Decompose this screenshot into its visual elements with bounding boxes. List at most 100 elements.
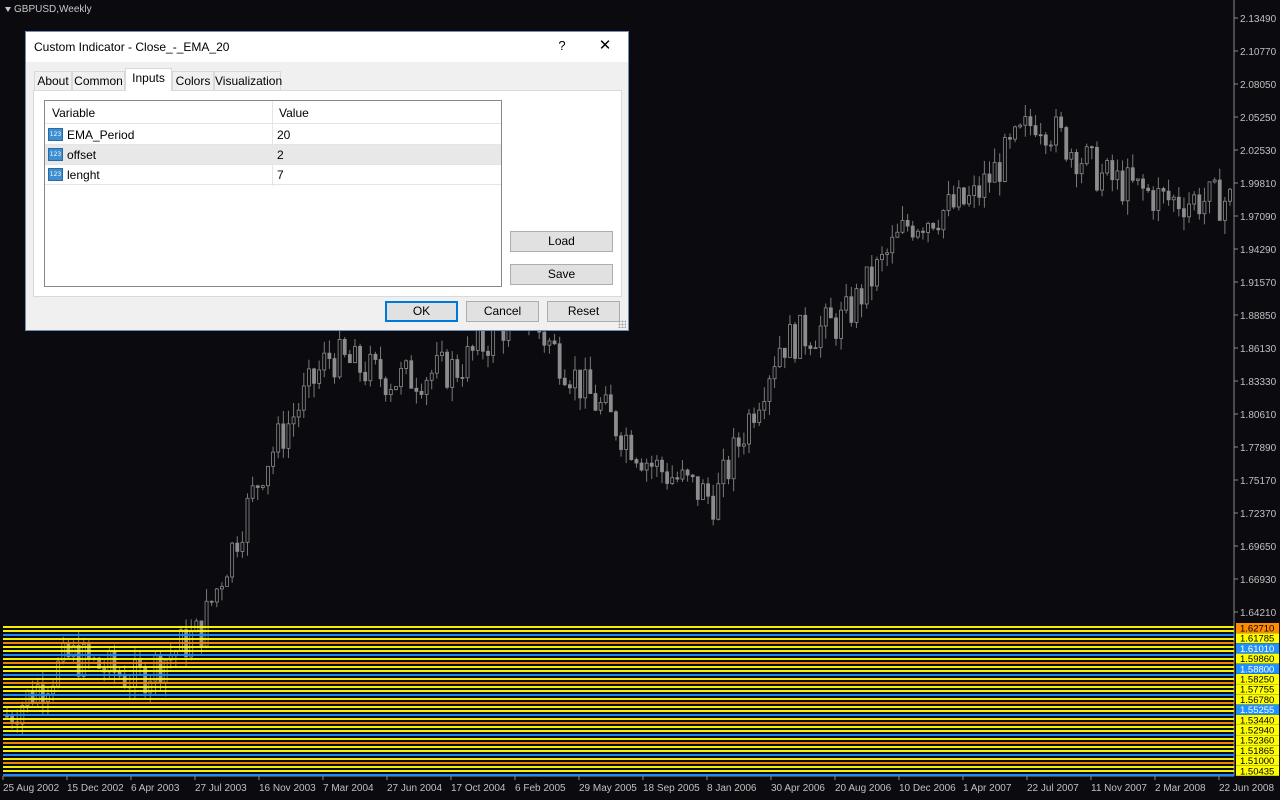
price-scale-label: 1.75170 xyxy=(1240,476,1277,487)
candle-body xyxy=(1095,146,1099,191)
candle-body xyxy=(1084,146,1089,165)
level-band xyxy=(3,738,1234,740)
candle-body xyxy=(987,173,992,183)
candle-body xyxy=(726,459,731,480)
candle-body xyxy=(644,462,649,471)
candle-body xyxy=(1212,179,1217,183)
candle-body xyxy=(834,317,838,339)
candle-body xyxy=(885,252,890,255)
help-button[interactable]: ? xyxy=(552,36,572,56)
candle-body xyxy=(470,346,475,351)
level-band xyxy=(3,634,1234,636)
candle-body xyxy=(1018,124,1023,128)
candle-body xyxy=(1013,126,1017,140)
candle-body xyxy=(747,413,751,445)
resize-grip-icon[interactable] xyxy=(618,320,626,328)
time-scale-label: 6 Apr 2003 xyxy=(131,783,180,794)
candle-body xyxy=(660,459,664,473)
variable-value[interactable]: 7 xyxy=(277,168,284,182)
candle-body xyxy=(1161,188,1166,192)
reset-button[interactable]: Reset xyxy=(547,301,620,322)
price-tag-label: 1.50435 xyxy=(1240,766,1274,777)
save-button[interactable]: Save xyxy=(510,264,613,285)
candle-body xyxy=(670,477,675,484)
level-band xyxy=(3,770,1234,772)
load-button[interactable]: Load xyxy=(510,231,613,252)
cancel-button[interactable]: Cancel xyxy=(466,301,539,322)
candle-body xyxy=(844,296,849,311)
candle-body xyxy=(1156,188,1161,211)
level-band xyxy=(3,766,1234,768)
candle-body xyxy=(818,325,823,349)
time-scale-label: 22 Jun 2008 xyxy=(1219,783,1274,794)
tab-visualization[interactable]: Visualization xyxy=(214,71,282,90)
candle-body xyxy=(122,675,127,688)
candle-body xyxy=(895,231,900,238)
candle-body xyxy=(1064,127,1069,160)
tab-inputs[interactable]: Inputs xyxy=(125,68,172,91)
time-scale-label: 18 Sep 2005 xyxy=(643,783,700,794)
candle-body xyxy=(654,459,659,467)
candle-body xyxy=(614,411,618,437)
candle-body xyxy=(286,423,291,449)
candle-body xyxy=(209,600,214,603)
input-row-ema-period[interactable]: 123 EMA_Period 20 xyxy=(45,125,501,145)
candle-body xyxy=(1207,181,1212,202)
candle-body xyxy=(767,378,772,402)
input-row-offset[interactable]: 123 offset 2 xyxy=(45,145,501,165)
level-band xyxy=(3,650,1234,652)
candle-body xyxy=(1038,134,1043,137)
price-scale-label: 1.86130 xyxy=(1240,344,1277,355)
time-scale-label: 15 Dec 2002 xyxy=(67,783,124,794)
candle-body xyxy=(327,352,332,359)
candle-body xyxy=(956,187,961,208)
time-scale-label: 8 Jan 2006 xyxy=(707,783,757,794)
tab-colors[interactable]: Colors xyxy=(172,71,214,90)
level-band xyxy=(3,666,1234,668)
candle-body xyxy=(1125,167,1130,202)
candle-body xyxy=(460,377,465,379)
dialog-titlebar: Custom Indicator - Close_-_EMA_20 ? ✕ xyxy=(26,32,628,62)
tab-about[interactable]: About xyxy=(34,71,72,90)
variable-name: offset xyxy=(67,148,97,162)
candle-body xyxy=(926,222,930,233)
integer-type-icon: 123 xyxy=(48,128,63,141)
tab-common[interactable]: Common xyxy=(72,71,125,90)
candle-body xyxy=(1069,152,1074,160)
close-icon[interactable]: ✕ xyxy=(592,36,618,56)
candle-body xyxy=(1146,187,1151,191)
candle-body xyxy=(424,379,429,395)
candle-body xyxy=(342,339,347,355)
ok-button[interactable]: OK xyxy=(385,301,458,322)
level-band xyxy=(3,710,1234,712)
candle-body xyxy=(547,340,552,346)
variable-value[interactable]: 20 xyxy=(277,128,290,142)
level-band xyxy=(3,658,1234,660)
candle-body xyxy=(1217,179,1222,221)
price-scale-label: 2.05250 xyxy=(1240,113,1277,124)
inputs-grid[interactable]: Variable Value 123 EMA_Period 20 123 off… xyxy=(44,100,502,287)
candle-body xyxy=(639,462,644,471)
chart-symbol-title: GBPUSD,Weekly xyxy=(5,4,92,15)
candle-body xyxy=(281,423,286,449)
input-row-lenght[interactable]: 123 lenght 7 xyxy=(45,165,501,185)
level-band xyxy=(3,642,1234,644)
candle-body xyxy=(629,434,634,460)
candle-body xyxy=(711,495,716,520)
candle-body xyxy=(946,194,951,211)
candle-body xyxy=(557,343,562,379)
chevron-down-icon[interactable] xyxy=(5,7,11,12)
candle-body xyxy=(1008,137,1012,140)
level-band xyxy=(3,702,1234,704)
value-column-header[interactable]: Value xyxy=(279,106,309,120)
level-band xyxy=(3,630,1234,632)
level-band xyxy=(3,706,1234,708)
variable-column-header[interactable]: Variable xyxy=(52,106,95,120)
candle-body xyxy=(399,367,403,388)
candle-body xyxy=(736,437,741,447)
candle-body xyxy=(982,173,987,198)
variable-value[interactable]: 2 xyxy=(277,148,284,162)
candle-body xyxy=(434,355,439,374)
candle-body xyxy=(921,230,925,233)
chart-title-text: GBPUSD,Weekly xyxy=(14,4,92,15)
